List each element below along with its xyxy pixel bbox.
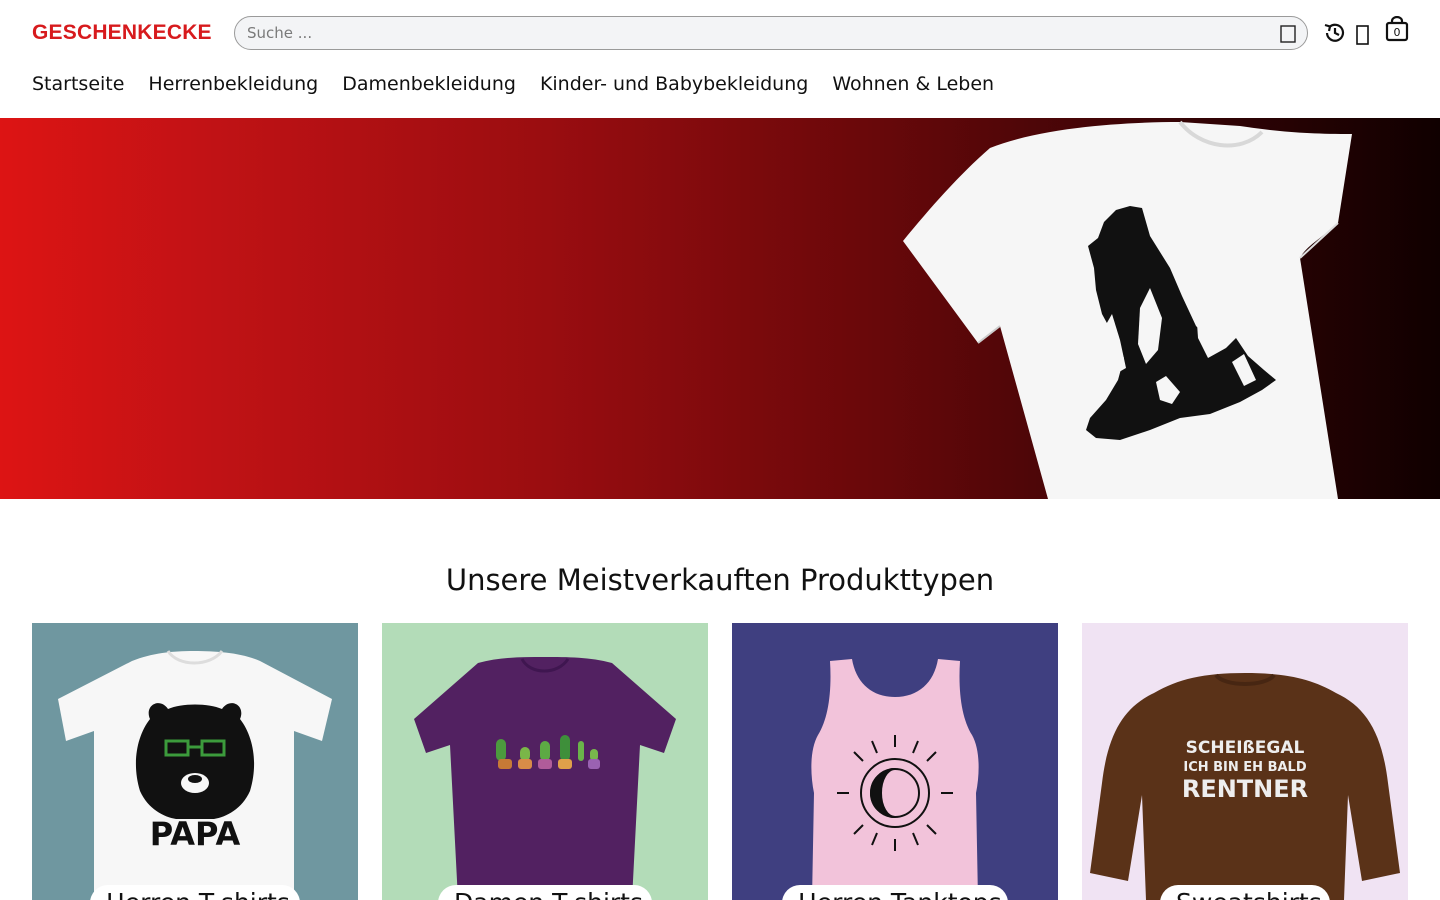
search-bar[interactable]	[234, 16, 1308, 50]
product-card-damen-tshirts[interactable]: Damen T-shirts	[382, 623, 708, 900]
product-image: PAPA	[32, 623, 358, 900]
product-image	[382, 623, 708, 900]
card-print-text: ICH BIN EH BALD	[1183, 760, 1306, 775]
card-print-text: SCHEIßEGAL	[1186, 738, 1305, 758]
section-title: Unsere Meistverkauften Produkttypen	[445, 563, 995, 597]
hero-tshirt-image	[903, 120, 1352, 499]
product-image: SCHEIßEGAL ICH BIN EH BALD RENTNER	[1082, 623, 1408, 900]
main-nav: Startseite Herrenbekleidung Damenbekleid…	[32, 72, 1018, 98]
cart-button[interactable]: 0	[1384, 15, 1410, 44]
product-card-label[interactable]: Damen T-shirts	[438, 885, 652, 900]
card-print-text: PAPA	[150, 815, 241, 853]
cart-count-badge: 0	[1393, 26, 1401, 39]
heart-icon[interactable]	[1350, 22, 1376, 48]
history-icon[interactable]	[1322, 20, 1348, 46]
nav-item-herrenbekleidung[interactable]: Herrenbekleidung	[148, 72, 318, 98]
product-image	[732, 623, 1058, 900]
site-logo[interactable]: GESCHENKECKE	[32, 21, 212, 45]
hero-banner[interactable]	[0, 118, 1440, 499]
product-card-label[interactable]: Herren T-shirts	[90, 885, 300, 900]
product-card-sweatshirts[interactable]: SCHEIßEGAL ICH BIN EH BALD RENTNER Sweat…	[1082, 623, 1408, 900]
bear-print: PAPA	[135, 703, 255, 853]
nav-item-kinderbekleidung[interactable]: Kinder- und Babybekleidung	[540, 72, 808, 98]
search-input[interactable]	[247, 17, 1277, 49]
search-icon[interactable]	[1279, 24, 1297, 44]
nav-item-startseite[interactable]: Startseite	[32, 72, 124, 98]
product-card-herren-tanktops[interactable]: Herren Tanktops	[732, 623, 1058, 900]
nav-item-wohnen-leben[interactable]: Wohnen & Leben	[832, 72, 994, 98]
product-card-label[interactable]: Herren Tanktops	[782, 885, 1008, 900]
nav-item-damenbekleidung[interactable]: Damenbekleidung	[342, 72, 516, 98]
product-card-herren-tshirts[interactable]: PAPA Herren T-shirts	[32, 623, 358, 900]
card-print-text: RENTNER	[1182, 775, 1308, 803]
product-card-label[interactable]: Sweatshirts	[1160, 885, 1330, 900]
site-header: GESCHENKECKE 0 Startseite Herrenbekleidu…	[0, 0, 1440, 118]
